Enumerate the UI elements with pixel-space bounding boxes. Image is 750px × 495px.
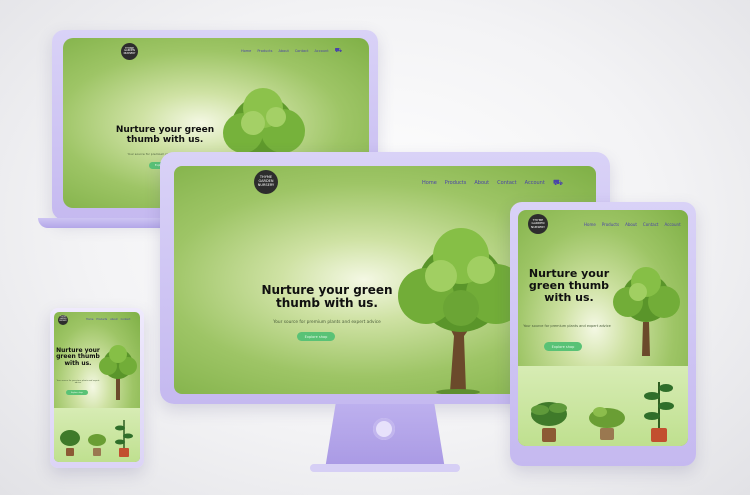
- cart-icon[interactable]: ⛟: [335, 47, 343, 55]
- camera-dot-icon: [373, 418, 395, 440]
- nav-account[interactable]: Account: [314, 49, 328, 53]
- nav-home[interactable]: Home: [241, 49, 251, 53]
- plant-pot-icon: [88, 434, 106, 456]
- nav-products[interactable]: Products: [602, 222, 619, 227]
- nav-products[interactable]: Products: [445, 180, 467, 186]
- tablet-headline: Nurture your green thumb with us.: [528, 267, 610, 304]
- site-logo[interactable]: THYME GARDEN NURSERY: [528, 214, 548, 234]
- plant-pot-icon: [60, 430, 80, 456]
- nav-about[interactable]: About: [110, 318, 117, 321]
- phone-headline: Nurture your green thumb with us.: [56, 347, 100, 367]
- laptop-nav: Home Products About Contact Account ⛟: [241, 47, 342, 55]
- phone-tagline: Your source for premium plants and exper…: [56, 380, 100, 384]
- nav-products[interactable]: Products: [96, 318, 107, 321]
- monitor-headline: Nurture your green thumb with us.: [261, 283, 393, 310]
- tree-illustration: [99, 345, 137, 400]
- tree-illustration: [613, 267, 680, 356]
- monitor-cta-button[interactable]: Explore shop: [297, 332, 335, 341]
- site-logo[interactable]: THYME GARDEN NURSERY: [121, 43, 138, 60]
- monitor-stand-base: [310, 464, 460, 472]
- nav-about[interactable]: About: [474, 180, 489, 186]
- nav-account[interactable]: Account: [525, 180, 545, 186]
- tablet-device: THYME GARDEN NURSERY Home Products About…: [510, 202, 696, 466]
- plant-pot-icon: [644, 382, 674, 442]
- cart-icon[interactable]: ⛟: [553, 178, 563, 188]
- nav-home[interactable]: Home: [584, 222, 596, 227]
- nav-products[interactable]: Products: [257, 49, 272, 53]
- tablet-tagline: Your source for premium plants and exper…: [523, 324, 611, 328]
- nav-home[interactable]: Home: [86, 318, 93, 321]
- plant-pot-icon: [531, 402, 567, 442]
- tablet-screen: THYME GARDEN NURSERY Home Products About…: [518, 210, 688, 446]
- nav-about[interactable]: About: [625, 222, 637, 227]
- nav-contact[interactable]: Contact: [295, 49, 309, 53]
- phone-plant-strip: [54, 408, 140, 462]
- plant-pot-icon: [589, 407, 625, 440]
- site-logo[interactable]: THYME GARDEN NURSERY: [254, 170, 278, 194]
- tablet-cta-button[interactable]: Explore shop: [544, 342, 582, 351]
- phone-screen: THYME GARDEN NURSERY Home Products About…: [54, 312, 140, 462]
- nav-contact[interactable]: Contact: [643, 222, 659, 227]
- nav-contact[interactable]: Contact: [497, 180, 516, 186]
- plant-pot-icon: [115, 420, 133, 457]
- nav-contact[interactable]: Contact: [121, 318, 131, 321]
- phone-cta-button[interactable]: Explore shop: [66, 390, 88, 395]
- tablet-nav: Home Products About Contact Account: [584, 222, 681, 227]
- laptop-headline: Nurture your green thumb with us.: [115, 125, 215, 145]
- site-logo[interactable]: THYME GARDEN NURSERY: [58, 315, 68, 325]
- monitor-tagline: Your source for premium plants and exper…: [273, 320, 381, 325]
- nav-account[interactable]: Account: [664, 222, 680, 227]
- monitor-nav: Home Products About Contact Account ⛟: [422, 178, 563, 188]
- nav-about[interactable]: About: [278, 49, 288, 53]
- tablet-plant-strip: [518, 366, 688, 446]
- nav-home[interactable]: Home: [422, 180, 437, 186]
- phone-device: THYME GARDEN NURSERY Home Products About…: [50, 308, 144, 468]
- phone-nav: Home Products About Contact: [86, 318, 130, 321]
